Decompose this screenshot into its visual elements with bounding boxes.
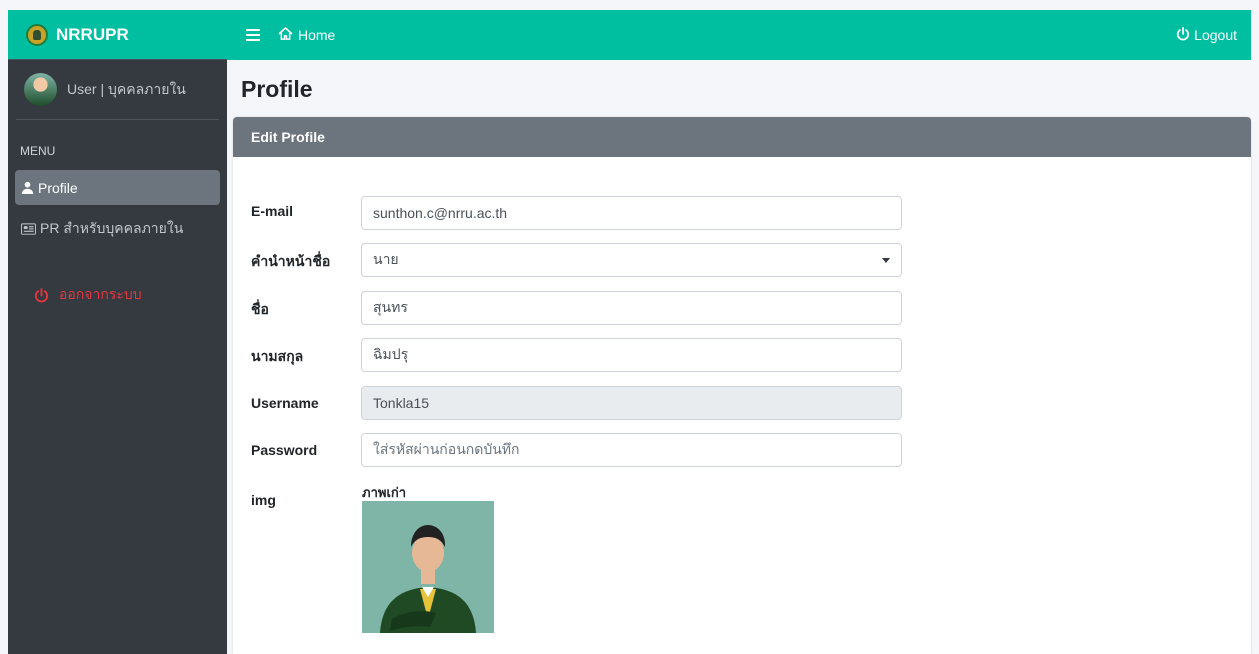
top-navbar: Home Logout	[227, 10, 1251, 60]
home-icon	[278, 27, 293, 43]
logout-button[interactable]: Logout	[1176, 26, 1237, 44]
sidebar: NRRUPR User | บุคคลภายใน MENU Profile PR…	[8, 10, 227, 654]
lastname-label: นามสกุล	[251, 348, 304, 364]
brand-logo-icon	[26, 23, 48, 46]
username-field: Tonkla15	[361, 386, 902, 420]
profile-photo	[362, 501, 494, 633]
brand-name: NRRUPR	[56, 24, 129, 44]
user-label: User | บุคคลภายใน	[67, 80, 186, 97]
sidebar-item-label: PR สำหรับบุคคลภายใน	[40, 219, 184, 236]
chevron-down-icon	[882, 258, 890, 263]
menu-header: MENU	[20, 144, 56, 158]
title-select[interactable]: นาย	[361, 243, 902, 277]
lastname-field[interactable]: ฉิมปรุ	[361, 338, 902, 372]
password-field[interactable]: ใส่รหัสผ่านก่อนกดบันทึก	[361, 433, 902, 467]
menu-toggle-icon[interactable]	[246, 29, 260, 41]
title-label: คำนำหน้าชื่อ	[251, 253, 331, 269]
power-icon	[34, 287, 49, 303]
power-icon	[1176, 26, 1190, 44]
username-label: Username	[251, 395, 319, 411]
password-label: Password	[251, 442, 318, 458]
user-icon	[21, 181, 34, 194]
sidebar-logout-label: ออกจากระบบ	[59, 286, 142, 302]
sidebar-logout-link[interactable]: ออกจากระบบ	[8, 284, 227, 306]
edit-profile-card: Edit Profile E-mail sunthon.c@nrru.ac.th…	[233, 117, 1251, 654]
brand[interactable]: NRRUPR	[8, 10, 227, 60]
title-select-value: นาย	[373, 251, 399, 267]
sidebar-item-profile[interactable]: Profile	[15, 170, 220, 205]
img-label: img	[251, 492, 276, 508]
firstname-label: ชื่อ	[251, 301, 269, 317]
home-link[interactable]: Home	[278, 27, 335, 43]
email-label: E-mail	[251, 203, 294, 219]
avatar	[24, 73, 57, 106]
newspaper-icon	[21, 222, 36, 235]
firstname-field[interactable]: สุนทร	[361, 291, 902, 325]
page-title: Profile	[241, 76, 313, 102]
logout-label: Logout	[1194, 27, 1237, 43]
email-field[interactable]: sunthon.c@nrru.ac.th	[361, 196, 902, 230]
user-panel[interactable]: User | บุคคลภายใน	[16, 60, 219, 120]
sidebar-item-pr[interactable]: PR สำหรับบุคคลภายใน	[15, 211, 220, 246]
old-image-caption: ภาพเก่า	[362, 485, 407, 500]
home-label: Home	[298, 27, 336, 43]
sidebar-item-label: Profile	[38, 179, 78, 196]
card-header: Edit Profile	[233, 117, 1251, 157]
